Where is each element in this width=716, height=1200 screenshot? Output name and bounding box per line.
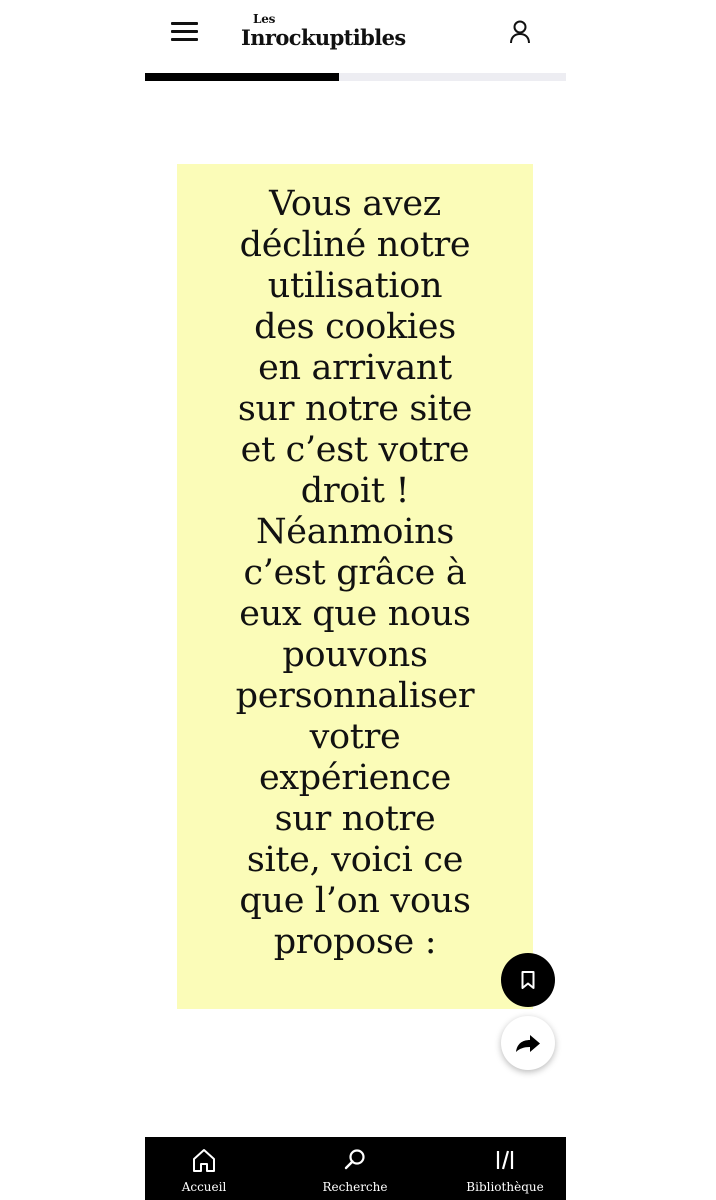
nav-item-recherche[interactable]: Recherche <box>285 1137 425 1200</box>
reading-progress-fill <box>145 73 339 81</box>
cookie-notice-box: Vous avez décliné notre utilisation des … <box>177 164 533 1009</box>
reading-progress-bar <box>145 73 566 81</box>
bookmark-button[interactable] <box>501 953 555 1007</box>
bottom-navigation: Accueil Recherche Bibliothèque <box>145 1137 566 1200</box>
cookie-notice-text: Vous avez décliné notre utilisation des … <box>235 184 475 962</box>
logo-small-text: Les <box>253 12 276 26</box>
share-arrow-icon <box>516 1035 540 1052</box>
library-icon <box>435 1147 575 1173</box>
home-icon <box>134 1147 274 1173</box>
search-icon <box>285 1147 425 1173</box>
nav-label-bibliotheque: Bibliothèque <box>466 1180 544 1194</box>
site-logo[interactable]: Les Inrockuptibles <box>241 12 441 52</box>
nav-item-bibliotheque[interactable]: Bibliothèque <box>435 1137 575 1200</box>
top-bar: Les Inrockuptibles <box>145 0 566 68</box>
share-button[interactable] <box>501 1016 555 1070</box>
hamburger-menu-icon[interactable] <box>171 19 199 45</box>
user-account-icon[interactable] <box>507 18 533 46</box>
app-screen: Les Inrockuptibles Vous avez décliné not… <box>145 0 566 1200</box>
nav-label-recherche: Recherche <box>322 1180 388 1194</box>
bookmark-icon <box>521 971 535 989</box>
nav-item-accueil[interactable]: Accueil <box>134 1137 274 1200</box>
logo-main-text: Inrockuptibles <box>241 25 406 50</box>
nav-label-accueil: Accueil <box>181 1180 227 1194</box>
